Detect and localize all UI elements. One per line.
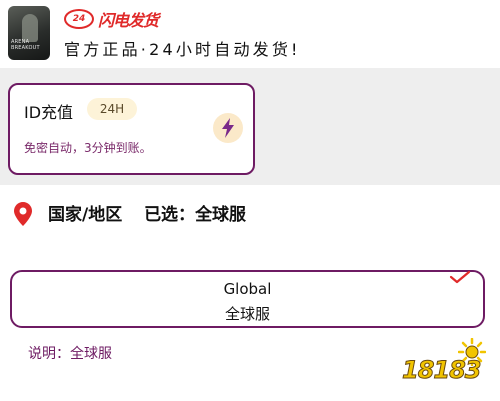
recharge-tag-badge: 24H bbox=[87, 98, 137, 120]
logo-badge: 24 bbox=[64, 9, 94, 29]
recharge-type-card[interactable]: ID充值 24H 免密自动，3分钟到账。 bbox=[8, 83, 255, 175]
location-pin-icon bbox=[14, 202, 32, 226]
region-label: 国家/地区 bbox=[48, 205, 123, 225]
watermark-logo: 18183 bbox=[402, 338, 494, 390]
header: ARENA BREAKOUT 24 闪电发货 官方正品·24小时自动发货! bbox=[0, 0, 500, 68]
option-name-cn: 全球服 bbox=[224, 305, 270, 323]
region-option-global[interactable]: Global 全球服 bbox=[10, 270, 485, 328]
watermark-text: 18183 bbox=[402, 356, 482, 385]
checkmark-icon bbox=[449, 270, 471, 284]
region-heading: 国家/地区 已选：全球服 bbox=[48, 200, 246, 225]
region-note: 说明：全球服 bbox=[28, 346, 112, 362]
lightning-bolt-icon bbox=[213, 113, 243, 143]
logo-text: 闪电发货 bbox=[98, 11, 159, 30]
slogan: 官方正品·24小时自动发货! bbox=[64, 40, 301, 59]
option-name-en: Global bbox=[223, 280, 272, 298]
region-selected-prefix: 已选： bbox=[144, 205, 196, 225]
region-selected-value: 全球服 bbox=[195, 205, 247, 225]
game-thumbnail-caption: ARENA BREAKOUT bbox=[11, 39, 40, 51]
recharge-title: ID充值 bbox=[24, 103, 74, 122]
game-thumbnail: ARENA BREAKOUT bbox=[8, 6, 50, 60]
recharge-description: 免密自动，3分钟到账。 bbox=[24, 141, 152, 155]
brand-logo: 24 闪电发货 bbox=[64, 8, 159, 30]
